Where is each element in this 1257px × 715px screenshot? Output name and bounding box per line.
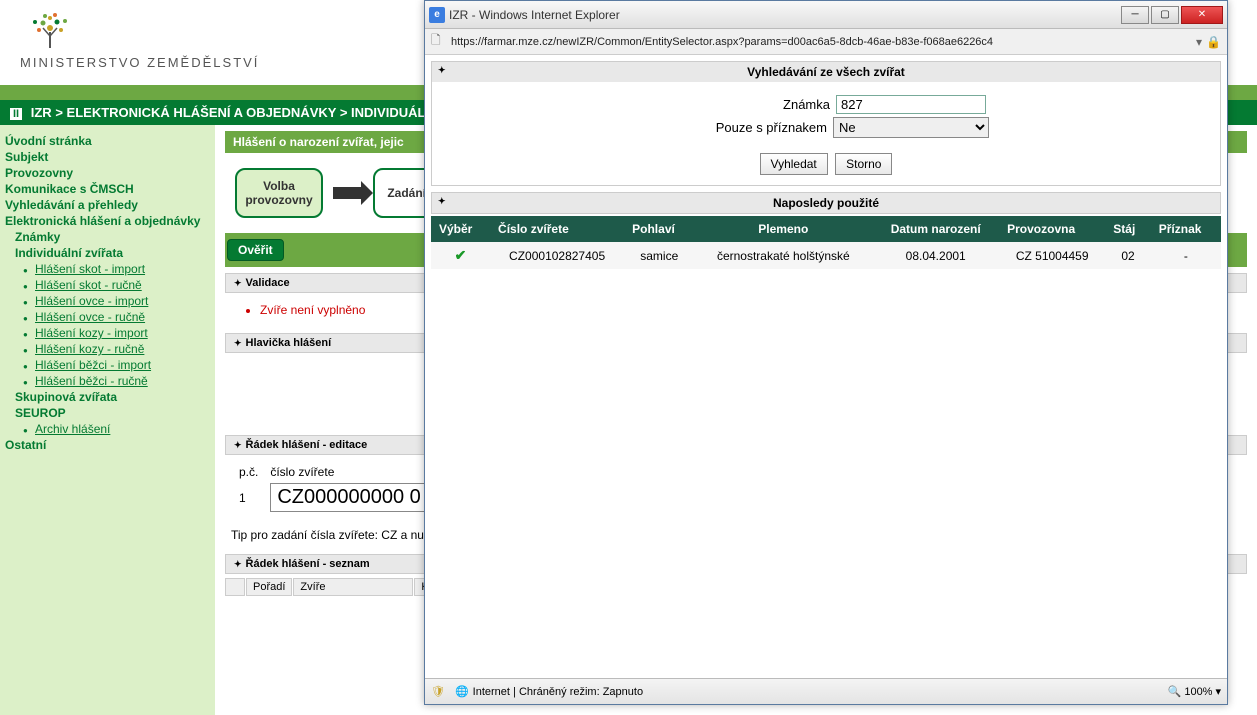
table-row[interactable]: ✔ CZ000102827405 samice černostrakaté ho… xyxy=(431,242,1221,269)
th-pohlavi: Pohlaví xyxy=(624,216,694,242)
nav-ovce-rucne[interactable]: Hlášení ovce - ručně xyxy=(5,309,210,325)
status-bar: 🛡 🌐 Internet | Chráněný režim: Zapnuto 🔍… xyxy=(425,678,1227,704)
chevron-icon: ✦ xyxy=(234,559,242,569)
overit-button[interactable]: Ověřit xyxy=(227,239,284,261)
window-titlebar[interactable]: e IZR - Windows Internet Explorer ─ ▢ ✕ xyxy=(425,1,1227,29)
znamka-label: Známka xyxy=(666,97,836,112)
th-priznak: Příznak xyxy=(1151,216,1221,242)
cell-pohlavi: samice xyxy=(624,242,694,269)
lock-icon: 🔒 xyxy=(1206,35,1221,49)
nav-komunikace[interactable]: Komunikace s ČMSCH xyxy=(5,181,210,197)
arrow-icon xyxy=(333,187,363,199)
cell-datum: 08.04.2001 xyxy=(872,242,999,269)
sidebar: Úvodní stránka Subjekt Provozovny Komuni… xyxy=(0,125,215,715)
shield-icon: 🛡 xyxy=(431,685,445,698)
chevron-icon: ✦ xyxy=(234,278,242,288)
cell-staj: 02 xyxy=(1105,242,1150,269)
search-header[interactable]: ✦Vyhledávání ze všech zvířat xyxy=(432,62,1220,82)
th-provozovna: Provozovna xyxy=(999,216,1105,242)
nav-ovce-import[interactable]: Hlášení ovce - import xyxy=(5,293,210,309)
recent-table: Výběr Číslo zvířete Pohlaví Plemeno Datu… xyxy=(431,216,1221,269)
recent-header[interactable]: ✦Naposledy použité xyxy=(431,192,1221,214)
th-pc: p.č. xyxy=(233,463,264,481)
window-title: IZR - Windows Internet Explorer xyxy=(449,8,1121,22)
dropdown-icon[interactable]: ▾ xyxy=(1196,35,1202,49)
search-panel: ✦Vyhledávání ze všech zvířat Známka Pouz… xyxy=(431,61,1221,186)
nav-ostatni[interactable]: Ostatní xyxy=(5,437,210,453)
nav-individualni[interactable]: Individuální zvířata xyxy=(5,245,210,261)
url-field[interactable] xyxy=(451,36,1196,48)
nav-kozy-import[interactable]: Hlášení kozy - import xyxy=(5,325,210,341)
check-icon[interactable]: ✔ xyxy=(455,247,467,263)
chevron-icon: ✦ xyxy=(438,65,446,76)
nav-uvodni[interactable]: Úvodní stránka xyxy=(5,133,210,149)
ministry-logo-icon xyxy=(25,8,75,53)
nav-bezci-import[interactable]: Hlášení běžci - import xyxy=(5,357,210,373)
row-number: 1 xyxy=(233,481,264,514)
cell-cislo: CZ000102827405 xyxy=(490,242,624,269)
nav-skot-rucne[interactable]: Hlášení skot - ručně xyxy=(5,277,210,293)
address-bar: 🗋 ▾ 🔒 xyxy=(425,29,1227,55)
nav-subjekt[interactable]: Subjekt xyxy=(5,149,210,165)
chevron-icon: ✦ xyxy=(234,440,242,450)
wf-step-volba[interactable]: Volba provozovny xyxy=(235,168,323,218)
th-plemeno: Plemeno xyxy=(694,216,872,242)
popup-content: ✦Vyhledávání ze všech zvířat Známka Pouz… xyxy=(425,55,1227,670)
znamka-input[interactable] xyxy=(836,95,986,114)
nav-archiv[interactable]: Archiv hlášení xyxy=(5,421,210,437)
priznak-label: Pouze s příznakem xyxy=(663,120,833,135)
zoom-value: 100% xyxy=(1184,686,1212,698)
minimize-button[interactable]: ─ xyxy=(1121,6,1149,24)
zoom-dropdown-icon[interactable]: ▾ xyxy=(1215,685,1221,698)
nav-seurop[interactable]: SEUROP xyxy=(5,405,210,421)
nav-vyhledavani[interactable]: Vyhledávání a přehledy xyxy=(5,197,210,213)
cell-plemeno: černostrakaté holštýnské xyxy=(694,242,872,269)
zoom-control[interactable]: 🔍 100% ▾ xyxy=(1168,685,1221,698)
zoom-icon: 🔍 xyxy=(1168,685,1182,698)
close-button[interactable]: ✕ xyxy=(1181,6,1223,24)
th-cislo: Číslo zvířete xyxy=(490,216,624,242)
bc-2[interactable]: ELEKTRONICKÁ HLÁŠENÍ A OBJEDNÁVKY xyxy=(67,105,337,120)
chevron-icon: ✦ xyxy=(234,338,242,348)
page-icon: 🗋 xyxy=(431,31,447,52)
chevron-icon: ✦ xyxy=(438,196,446,207)
nav-bezci-rucne[interactable]: Hlášení běžci - ručně xyxy=(5,373,210,389)
nav-skupinova[interactable]: Skupinová zvířata xyxy=(5,389,210,405)
vyhledat-button[interactable]: Vyhledat xyxy=(760,153,828,175)
maximize-button[interactable]: ▢ xyxy=(1151,6,1179,24)
nav-provozovny[interactable]: Provozovny xyxy=(5,165,210,181)
status-text: Internet | Chráněný režim: Zapnuto xyxy=(473,686,643,698)
priznak-select[interactable]: Ne xyxy=(833,117,989,138)
cell-provozovna: CZ 51004459 xyxy=(999,242,1105,269)
nav-skot-import[interactable]: Hlášení skot - import xyxy=(5,261,210,277)
th-datum-nar: Datum narození xyxy=(872,216,999,242)
ie-icon: e xyxy=(429,7,445,23)
th-staj: Stáj xyxy=(1105,216,1150,242)
bc-0[interactable]: IZR xyxy=(31,105,52,120)
storno-button[interactable]: Storno xyxy=(835,153,892,175)
breadcrumb-icon: II xyxy=(10,108,22,120)
nav-elektronicka[interactable]: Elektronická hlášení a objednávky xyxy=(5,213,210,229)
cell-priznak: - xyxy=(1151,242,1221,269)
th-vyber: Výběr xyxy=(431,216,490,242)
nav-znamky[interactable]: Známky xyxy=(5,229,210,245)
globe-icon: 🌐 xyxy=(455,685,469,698)
nav-kozy-rucne[interactable]: Hlášení kozy - ručně xyxy=(5,341,210,357)
ie-popup-window: e IZR - Windows Internet Explorer ─ ▢ ✕ … xyxy=(424,0,1228,705)
